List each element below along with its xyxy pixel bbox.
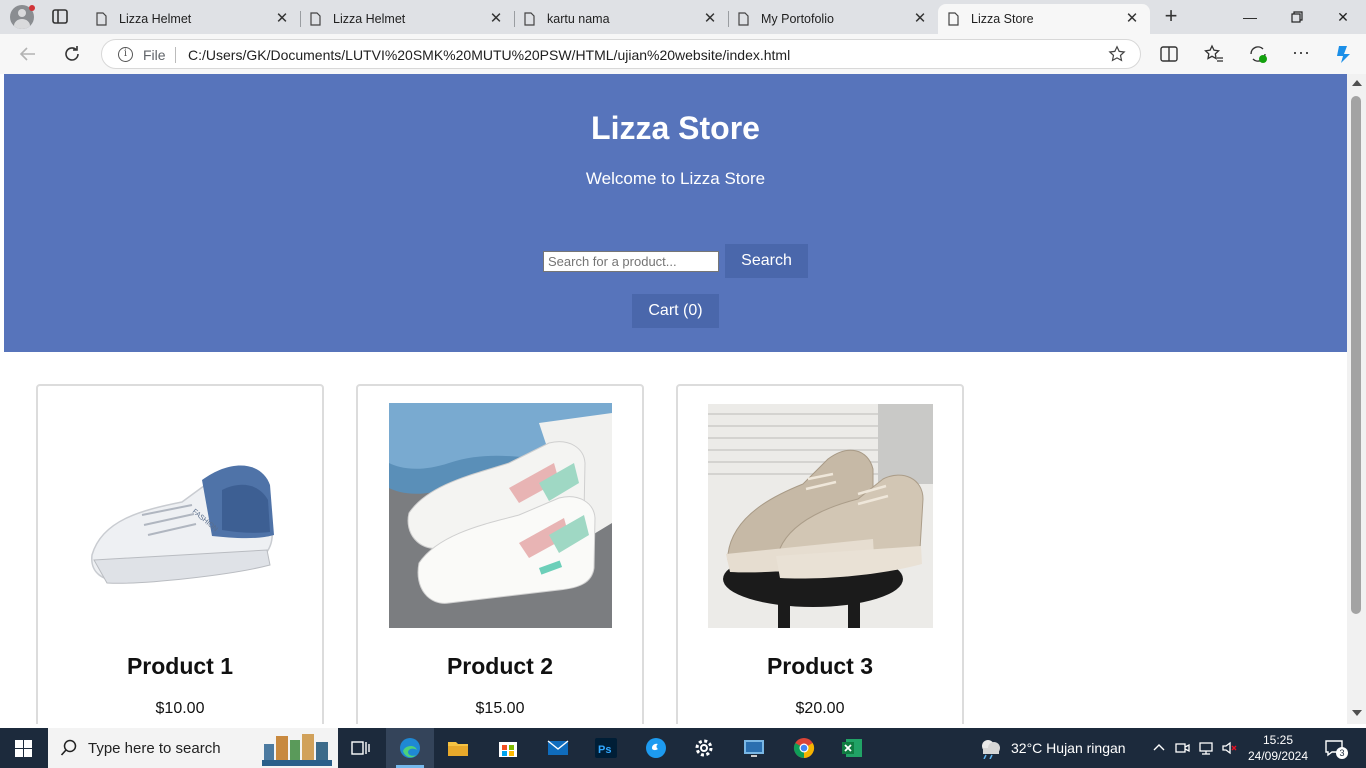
product-price: $10.00 — [155, 700, 205, 717]
chrome-icon[interactable] — [780, 728, 828, 768]
weather-rain-icon[interactable] — [978, 737, 1004, 759]
tab-label: Lizza Helmet — [119, 12, 192, 26]
product-price: $15.00 — [475, 700, 525, 717]
browser-toolbar: i File C:/Users/GK/Documents/LUTVI%20SMK… — [0, 34, 1366, 74]
windows-taskbar: Type here to search Ps 32°C Hujan ringan… — [0, 728, 1366, 768]
close-tab-icon[interactable]: ✕ — [702, 11, 718, 27]
tab-kartu-nama[interactable]: kartu nama ✕ — [514, 4, 729, 34]
page-scrollbar[interactable] — [1347, 74, 1366, 724]
scroll-down-arrow-icon[interactable] — [1352, 710, 1362, 716]
page-viewport: Lizza Store Welcome to Lizza Store Searc… — [4, 74, 1347, 724]
windows-start-icon[interactable] — [15, 740, 32, 757]
profile-notification-dot — [29, 5, 35, 11]
product-name: Product 2 — [446, 653, 554, 679]
scroll-thumb[interactable] — [1351, 96, 1361, 614]
refresh-icon[interactable] — [61, 43, 83, 65]
volume-muted-icon[interactable] — [1221, 740, 1237, 756]
app-icon[interactable] — [632, 728, 680, 768]
close-tab-icon[interactable]: ✕ — [274, 11, 290, 27]
taskbar-search-box[interactable]: Type here to search — [48, 728, 338, 768]
back-icon[interactable] — [17, 43, 39, 65]
new-tab-button[interactable]: + — [1160, 5, 1182, 28]
tab-lizza-helmet-2[interactable]: Lizza Helmet ✕ — [300, 4, 515, 34]
mail-icon[interactable] — [534, 728, 582, 768]
copilot-icon[interactable] — [1333, 43, 1355, 65]
chevron-up-icon[interactable] — [1151, 740, 1167, 756]
close-tab-icon[interactable]: ✕ — [912, 11, 928, 27]
search-highlight-illustration-icon — [262, 734, 332, 766]
tab-label: Lizza Helmet — [333, 12, 406, 26]
photoshop-icon[interactable]: Ps — [582, 728, 630, 768]
info-icon[interactable]: i — [118, 47, 133, 62]
page-icon — [310, 12, 321, 26]
task-view-icon[interactable] — [336, 728, 384, 768]
browser-tab-strip: Lizza Helmet ✕ Lizza Helmet ✕ kartu nama… — [0, 0, 1366, 34]
scroll-up-arrow-icon[interactable] — [1352, 80, 1362, 86]
tab-my-portofolio[interactable]: My Portofolio ✕ — [728, 4, 938, 34]
product-card: Product 2 $15.00 — [356, 384, 644, 724]
notification-center-icon[interactable]: 3 — [1324, 738, 1348, 759]
tab-lizza-store[interactable]: Lizza Store ✕ — [938, 4, 1150, 34]
tab-label: kartu nama — [547, 12, 610, 26]
search-icon — [60, 739, 77, 756]
favorite-star-icon[interactable] — [1108, 45, 1126, 63]
file-explorer-icon[interactable] — [434, 728, 482, 768]
edge-icon[interactable] — [386, 728, 434, 768]
tab-actions-icon[interactable] — [48, 6, 72, 28]
product-price: $20.00 — [795, 700, 845, 717]
cart-button[interactable]: Cart (0) — [632, 294, 719, 328]
product-card: FASHION Product 1 $10.00 — [36, 384, 324, 724]
product-name: Product 3 — [766, 653, 874, 679]
search-placeholder: Type here to search — [88, 740, 221, 757]
page-icon — [524, 12, 535, 26]
page-icon — [96, 12, 107, 26]
browser-essentials-icon[interactable] — [1248, 44, 1268, 64]
minimize-button[interactable]: — — [1241, 8, 1259, 26]
white-mint-sneakers-image[interactable] — [389, 403, 612, 628]
restore-button[interactable] — [1288, 8, 1306, 26]
tab-lizza-helmet-1[interactable]: Lizza Helmet ✕ — [86, 4, 301, 34]
settings-more-icon[interactable]: ··· — [1292, 42, 1312, 62]
svg-text:Ps: Ps — [598, 744, 611, 756]
clock-time: 15:25 — [1262, 733, 1294, 747]
page-icon — [738, 12, 749, 26]
search-button[interactable]: Search — [725, 244, 808, 278]
notification-count-badge: 3 — [1336, 747, 1348, 759]
welcome-text: Welcome to Lizza Store — [585, 169, 766, 188]
scheme-label: File — [143, 47, 166, 63]
remote-desktop-icon[interactable] — [730, 728, 778, 768]
network-icon[interactable] — [1198, 740, 1214, 756]
tab-label: My Portofolio — [761, 12, 834, 26]
site-header: Lizza Store Welcome to Lizza Store Searc… — [4, 74, 1347, 352]
close-tab-icon[interactable]: ✕ — [1124, 11, 1140, 27]
meet-now-icon[interactable] — [1174, 740, 1190, 756]
product-card: Product 3 $20.00 — [676, 384, 964, 724]
tab-label: Lizza Store — [971, 12, 1034, 26]
clock-date: 24/09/2024 — [1247, 749, 1309, 763]
product-search-input[interactable] — [543, 251, 719, 272]
site-title: Lizza Store — [591, 110, 760, 146]
page-icon — [948, 12, 959, 26]
product-name: Product 1 — [126, 653, 234, 679]
split-screen-icon[interactable] — [1159, 44, 1179, 64]
favorites-icon[interactable] — [1204, 44, 1224, 64]
white-blue-sneaker-image[interactable]: FASHION — [82, 440, 282, 600]
settings-icon[interactable] — [680, 728, 728, 768]
close-tab-icon[interactable]: ✕ — [488, 11, 504, 27]
url-text[interactable]: C:/Users/GK/Documents/LUTVI%20SMK%20MUTU… — [188, 47, 790, 63]
weather-text[interactable]: 32°C Hujan ringan — [1011, 740, 1126, 756]
address-bar[interactable]: i File C:/Users/GK/Documents/LUTVI%20SMK… — [101, 39, 1141, 69]
taskbar-clock[interactable]: 15:25 24/09/2024 — [1246, 732, 1310, 764]
store-icon[interactable] — [484, 728, 532, 768]
close-window-button[interactable]: ✕ — [1334, 8, 1352, 26]
beige-sneakers-image[interactable] — [708, 404, 933, 628]
excel-icon[interactable] — [828, 728, 876, 768]
